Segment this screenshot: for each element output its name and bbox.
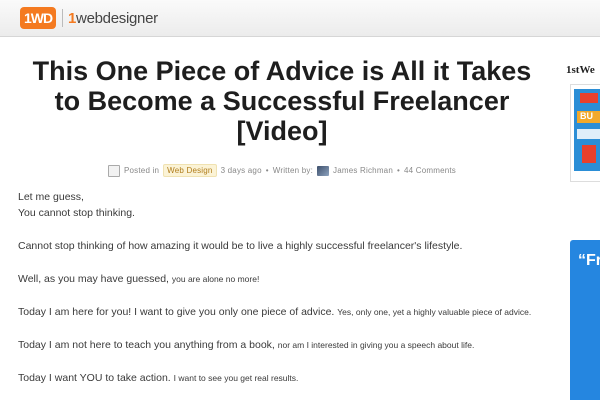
document-icon bbox=[107, 164, 120, 177]
top-header: 1WD 1webdesigner bbox=[0, 0, 600, 37]
author-avatar[interactable] bbox=[317, 165, 330, 176]
category-link[interactable]: Web Design bbox=[163, 164, 217, 177]
ad-tag bbox=[580, 93, 598, 103]
quote-text: “Fr bbox=[578, 252, 600, 269]
article-title[interactable]: This One Piece of Advice is All it Takes… bbox=[18, 56, 546, 146]
written-by-label: Written by: bbox=[272, 166, 314, 175]
article-body: Let me guess, You cannot stop thinking. … bbox=[18, 189, 546, 386]
paragraph-text: Let me guess, bbox=[18, 191, 84, 203]
meta-bullet: • bbox=[396, 166, 400, 175]
paragraph-text-small: I want to see you get real results. bbox=[173, 373, 299, 383]
logo-text: 1webdesigner bbox=[68, 10, 158, 27]
paragraph: Cannot stop thinking of how amazing it w… bbox=[18, 238, 546, 254]
paragraph-text: Cannot stop thinking of how amazing it w… bbox=[18, 240, 463, 252]
post-age: 3 days ago bbox=[220, 166, 262, 175]
paragraph: Today I am not here to teach you anythin… bbox=[18, 337, 546, 353]
ad-stripe bbox=[577, 129, 600, 139]
author-link[interactable]: James Richman bbox=[333, 166, 393, 175]
paragraph-text: Today I am here for you! I want to give … bbox=[18, 306, 335, 318]
sidebar: 1stWe BU “Fr bbox=[566, 56, 600, 400]
paragraph: Well, as you may have guessed, you are a… bbox=[18, 271, 546, 287]
article-meta: Posted in Web Design 3 days ago • Writte… bbox=[18, 164, 546, 177]
article: This One Piece of Advice is All it Takes… bbox=[18, 56, 546, 403]
logo-text-rest: webdesigner bbox=[76, 9, 158, 27]
paragraph: Today I want YOU to take action. I want … bbox=[18, 370, 546, 386]
paragraph-text: Well, as you may have guessed, bbox=[18, 273, 169, 285]
paragraph-text-small: Yes, only one, yet a highly valuable pie… bbox=[337, 307, 532, 317]
paragraph: Today I am here for you! I want to give … bbox=[18, 304, 546, 320]
paragraph-text: Today I am not here to teach you anythin… bbox=[18, 339, 275, 351]
posted-in-label: Posted in bbox=[123, 166, 160, 175]
paragraph-text-small: nor am I interested in giving you a spee… bbox=[277, 340, 475, 350]
meta-bullet: • bbox=[265, 166, 269, 175]
ad-text: BU bbox=[580, 111, 593, 121]
logo-text-first: 1 bbox=[68, 9, 77, 27]
logo-mark: 1WD bbox=[20, 7, 56, 29]
paragraph-text-small: you are alone no more! bbox=[171, 274, 260, 284]
paragraph-text: Today I want YOU to take action. bbox=[18, 372, 171, 384]
ad-stripe bbox=[582, 145, 596, 163]
logo-divider bbox=[62, 9, 63, 27]
sidebar-heading: 1stWe bbox=[566, 64, 595, 76]
paragraph: Let me guess, You cannot stop thinking. bbox=[18, 189, 546, 221]
site-logo[interactable]: 1WD 1webdesigner bbox=[20, 6, 158, 30]
sidebar-quote-banner[interactable]: “Fr bbox=[570, 240, 600, 400]
paragraph-text: You cannot stop thinking. bbox=[18, 207, 135, 219]
sidebar-ad-image[interactable]: BU bbox=[574, 89, 600, 171]
sidebar-ad-box[interactable]: BU bbox=[570, 84, 600, 182]
comments-link[interactable]: 44 Comments bbox=[404, 166, 456, 175]
